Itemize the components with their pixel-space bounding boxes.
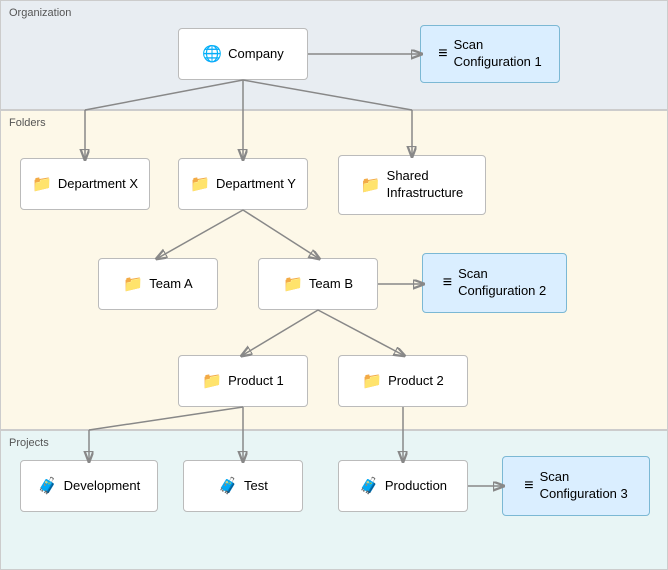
teamb-icon: 📁: [283, 274, 303, 294]
scan-config-1-node[interactable]: ≡ ScanConfiguration 1: [420, 25, 560, 83]
dept-x-node[interactable]: 📁 Department X: [20, 158, 150, 210]
team-a-node[interactable]: 📁 Team A: [98, 258, 218, 310]
company-label: Company: [228, 46, 284, 63]
company-node[interactable]: 🌐 Company: [178, 28, 308, 80]
scan2-label: ScanConfiguration 2: [458, 266, 546, 300]
development-node[interactable]: 🧳 Development: [20, 460, 158, 512]
dept-y-node[interactable]: 📁 Department Y: [178, 158, 308, 210]
production-node[interactable]: 🧳 Production: [338, 460, 468, 512]
depty-label: Department Y: [216, 176, 296, 193]
folders-label: Folders: [9, 117, 46, 129]
team-b-node[interactable]: 📁 Team B: [258, 258, 378, 310]
company-icon: 🌐: [202, 44, 222, 64]
scan-config-2-node[interactable]: ≡ ScanConfiguration 2: [422, 253, 567, 313]
depty-icon: 📁: [190, 174, 210, 194]
teama-icon: 📁: [123, 274, 143, 294]
teama-label: Team A: [149, 276, 192, 293]
shared-icon: 📁: [361, 175, 381, 195]
deptx-icon: 📁: [32, 174, 52, 194]
prod2-label: Product 2: [388, 373, 444, 390]
dev-icon: 🧳: [38, 476, 58, 496]
scan1-icon: ≡: [438, 45, 447, 63]
scan3-label: ScanConfiguration 3: [540, 469, 628, 503]
scan1-label: ScanConfiguration 1: [454, 37, 542, 71]
production-icon: 🧳: [359, 476, 379, 496]
scan3-icon: ≡: [524, 477, 533, 495]
scan2-icon: ≡: [443, 274, 452, 292]
org-label: Organization: [9, 7, 71, 19]
test-label: Test: [244, 478, 268, 495]
scan-config-3-node[interactable]: ≡ ScanConfiguration 3: [502, 456, 650, 516]
prod1-label: Product 1: [228, 373, 284, 390]
product-1-node[interactable]: 📁 Product 1: [178, 355, 308, 407]
shared-label: SharedInfrastructure: [387, 168, 464, 202]
prod2-icon: 📁: [362, 371, 382, 391]
dev-label: Development: [64, 478, 141, 495]
teamb-label: Team B: [309, 276, 353, 293]
shared-infra-node[interactable]: 📁 SharedInfrastructure: [338, 155, 486, 215]
org-section: Organization: [0, 0, 668, 110]
prod1-icon: 📁: [202, 371, 222, 391]
test-icon: 🧳: [218, 476, 238, 496]
product-2-node[interactable]: 📁 Product 2: [338, 355, 468, 407]
production-label: Production: [385, 478, 447, 495]
projects-label: Projects: [9, 437, 49, 449]
deptx-label: Department X: [58, 176, 138, 193]
test-node[interactable]: 🧳 Test: [183, 460, 303, 512]
